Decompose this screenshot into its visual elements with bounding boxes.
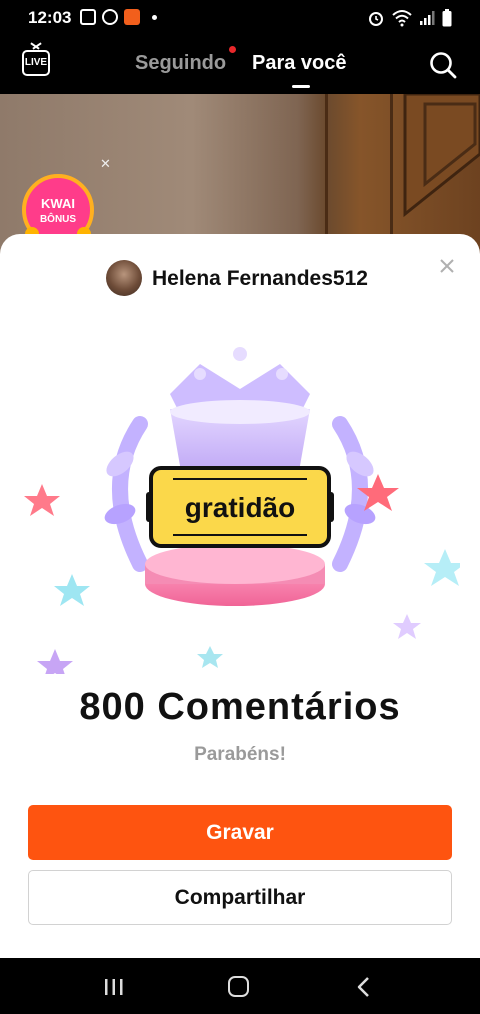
signal-icon — [420, 11, 435, 25]
notification-dot-icon — [152, 14, 157, 20]
home-icon[interactable] — [228, 976, 249, 997]
close-icon[interactable] — [437, 256, 457, 276]
recent-apps-icon[interactable] — [104, 978, 124, 996]
wifi-icon — [392, 10, 412, 27]
live-icon[interactable]: LIVE — [22, 50, 50, 76]
active-tab-indicator — [292, 85, 310, 88]
record-button[interactable]: Gravar — [28, 805, 452, 860]
share-button[interactable]: Compartilhar — [28, 870, 452, 925]
tab-following[interactable]: Seguindo — [135, 52, 226, 75]
whatsapp-icon — [102, 9, 118, 25]
username: Helena Fernandes512 — [152, 267, 368, 290]
stamp-side-left — [146, 492, 152, 522]
status-bar: 12:03 — [0, 0, 480, 36]
battery-icon — [442, 9, 452, 27]
status-icons-left — [80, 9, 157, 25]
search-icon[interactable] — [428, 50, 458, 80]
gallery-icon — [80, 9, 96, 25]
gratitude-stamp: gratidão — [146, 466, 334, 548]
go-app-icon — [124, 9, 140, 25]
top-nav: LIVE Seguindo Para você — [0, 36, 480, 94]
achievement-title: 800 Comentários — [79, 686, 401, 728]
bonus-line2: BÔNUS — [40, 212, 76, 225]
stamp-side-right — [328, 492, 334, 522]
congrats-text: Parabéns! — [194, 744, 286, 765]
avatar — [106, 260, 142, 296]
system-nav-bar — [0, 958, 480, 1014]
achievement-sheet: Helena Fernandes512 gratidão 800 Comentá… — [0, 234, 480, 958]
bonus-line1: KWAI — [41, 196, 75, 211]
notification-dot — [229, 46, 236, 53]
stamp-text: gratidão — [184, 492, 296, 523]
status-icons-right — [367, 9, 452, 27]
bonus-close-icon[interactable]: ✕ — [100, 156, 111, 172]
back-icon[interactable] — [356, 976, 372, 998]
alarm-icon — [369, 12, 383, 26]
status-time: 12:03 — [28, 8, 72, 27]
tab-for-you[interactable]: Para você — [252, 52, 347, 75]
